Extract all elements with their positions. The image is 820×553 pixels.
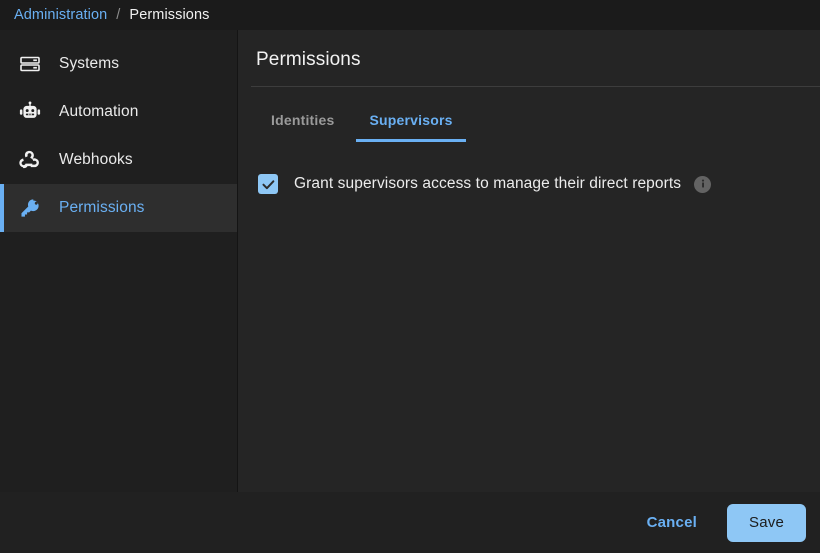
- content-panel: Permissions Identities Supervisors Grant…: [239, 30, 820, 492]
- sidebar-item-webhooks[interactable]: Webhooks: [0, 136, 237, 184]
- sidebar-item-label: Permissions: [59, 199, 145, 216]
- sidebar-item-permissions[interactable]: Permissions: [0, 184, 237, 232]
- grant-supervisors-label: Grant supervisors access to manage their…: [294, 175, 682, 192]
- page-title: Permissions: [256, 49, 361, 70]
- tab-bar: Identities Supervisors: [239, 104, 820, 142]
- tab-identities[interactable]: Identities: [258, 104, 347, 142]
- webhook-icon: [18, 148, 42, 172]
- tab-supervisors[interactable]: Supervisors: [356, 104, 466, 142]
- breadcrumb-link-administration[interactable]: Administration: [14, 7, 107, 23]
- title-divider: [251, 86, 820, 87]
- robot-icon: [18, 100, 42, 124]
- save-button[interactable]: Save: [727, 503, 806, 542]
- sidebar-item-label: Systems: [59, 55, 120, 72]
- cancel-button[interactable]: Cancel: [631, 504, 713, 541]
- breadcrumb-separator: /: [116, 7, 121, 23]
- server-icon: [18, 52, 42, 76]
- breadcrumb: Administration / Permissions: [14, 7, 210, 23]
- sidebar-item-automation[interactable]: Automation: [0, 88, 237, 136]
- breadcrumb-current-permissions: Permissions: [129, 7, 210, 23]
- info-icon[interactable]: [694, 175, 712, 193]
- grant-supervisors-checkbox[interactable]: [258, 174, 278, 194]
- footer-action-bar: Cancel Save: [0, 492, 820, 553]
- supervisor-access-row: Grant supervisors access to manage their…: [258, 174, 820, 194]
- sidebar-item-label: Webhooks: [59, 151, 133, 168]
- breadcrumb-bar: Administration / Permissions: [0, 0, 820, 30]
- sidebar: Systems Automation Webhooks Permissions: [0, 30, 238, 492]
- settings-section: Grant supervisors access to manage their…: [239, 142, 820, 194]
- sidebar-item-systems[interactable]: Systems: [0, 40, 237, 88]
- sidebar-item-label: Automation: [59, 103, 139, 120]
- permissions-admin-window: Administration / Permissions Systems Aut…: [0, 0, 820, 553]
- key-icon: [18, 196, 42, 220]
